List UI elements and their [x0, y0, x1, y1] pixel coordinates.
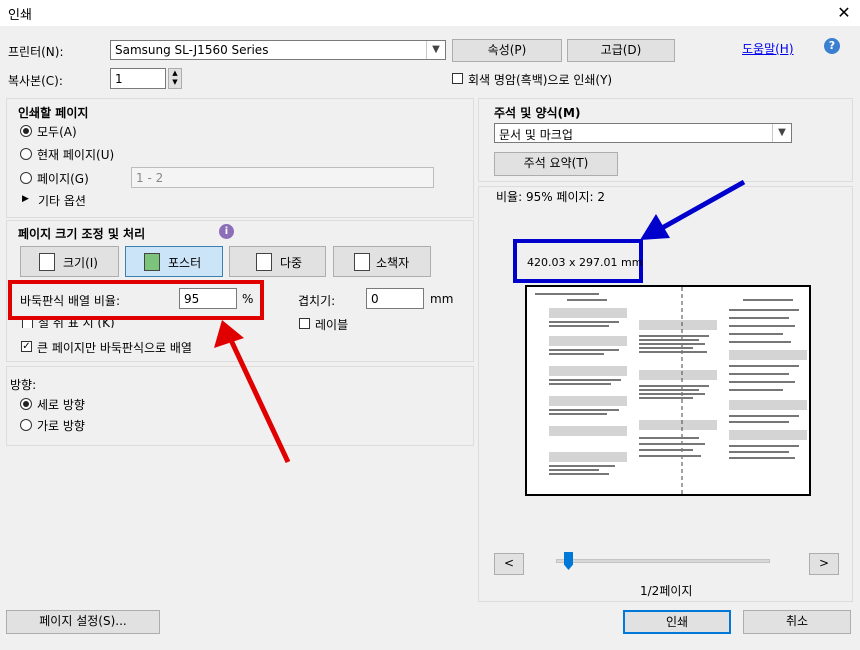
tab-size[interactable]: 크기(I) [20, 246, 119, 277]
pages-range-input[interactable]: 1 - 2 [131, 167, 434, 188]
copies-value: 1 [115, 72, 123, 86]
large-pages-label: 큰 페이지만 바둑판식으로 배열 [37, 341, 192, 355]
overlap-label: 겹치기: [298, 294, 336, 308]
grayscale-checkbox[interactable] [452, 73, 463, 84]
page-indicator: 1/2페이지 [640, 584, 693, 598]
comments-selected: 문서 및 마크업 [499, 128, 573, 142]
chevron-down-icon: ▼ [772, 124, 791, 142]
radio-portrait[interactable] [20, 398, 32, 410]
help-icon[interactable]: ? [824, 38, 840, 54]
radio-pages-label: 페이지(G) [37, 172, 89, 186]
print-button[interactable]: 인쇄 [623, 610, 731, 634]
properties-button[interactable]: 속성(P) [452, 39, 562, 62]
grayscale-label: 회색 명암(흑백)으로 인쇄(Y) [468, 73, 613, 87]
copies-stepper[interactable]: ▲ ▼ [168, 68, 182, 89]
tab-booklet[interactable]: 소책자 [333, 246, 431, 277]
cut-marks-checkbox[interactable] [22, 319, 33, 328]
highlight-blue-box: 420.03 x 297.01 mm [513, 239, 643, 283]
printer-select[interactable]: Samsung SL-J1560 Series ▼ [110, 40, 446, 60]
preview-scale-text: 비율: 95% 페이지: 2 [496, 190, 606, 204]
page-setup-button[interactable]: 페이지 설정(S)... [6, 610, 160, 634]
poster-icon [144, 253, 160, 271]
orientation-heading: 방향: [10, 378, 37, 392]
overlap-unit: mm [430, 292, 454, 306]
title-bar: 인쇄 ✕ [0, 0, 860, 26]
copies-input[interactable]: 1 [110, 68, 166, 89]
pages-range-placeholder: 1 - 2 [136, 171, 164, 185]
page-sizing-heading: 페이지 크기 조정 및 처리 [18, 227, 146, 241]
preview-page [525, 285, 811, 496]
tab-multiple[interactable]: 다중 [229, 246, 326, 277]
printer-label: 프린터(N): [8, 45, 64, 59]
radio-all[interactable] [20, 125, 32, 137]
radio-current[interactable] [20, 148, 32, 160]
preview-next-button[interactable]: > [809, 553, 839, 575]
tab-size-label: 크기(I) [63, 256, 98, 270]
window-title: 인쇄 [8, 8, 32, 23]
summarize-comments-button[interactable]: 주석 요약(T) [494, 152, 618, 176]
radio-landscape[interactable] [20, 419, 32, 431]
multiple-pages-icon [256, 253, 272, 271]
comments-heading: 주석 및 양식(M) [494, 106, 581, 120]
tab-poster-label: 포스터 [168, 256, 202, 270]
highlight-red-box [8, 280, 264, 320]
labels-checkbox[interactable] [299, 318, 310, 329]
chevron-down-icon: ▼ [426, 41, 445, 59]
advanced-button[interactable]: 고급(D) [567, 39, 675, 62]
radio-all-label: 모두(A) [37, 125, 77, 139]
large-pages-checkbox[interactable]: ✓ [21, 341, 32, 352]
close-icon[interactable]: ✕ [828, 0, 860, 26]
sheet-music-thumbnail [535, 287, 807, 494]
size-icon [39, 253, 55, 271]
labels-label: 레이블 [315, 318, 349, 332]
radio-current-label: 현재 페이지(U) [37, 148, 115, 162]
tab-multiple-label: 다중 [280, 256, 303, 270]
preview-size-label: 420.03 x 297.01 mm [527, 256, 643, 269]
overlap-value: 0 [371, 292, 379, 306]
booklet-icon [354, 253, 370, 271]
copies-label: 복사본(C): [8, 74, 63, 88]
cancel-button[interactable]: 취소 [743, 610, 851, 634]
pages-heading: 인쇄할 페이지 [18, 106, 89, 120]
help-link[interactable]: 도움말(H) [742, 40, 794, 57]
radio-landscape-label: 가로 방향 [37, 419, 85, 433]
radio-portrait-label: 세로 방향 [37, 398, 85, 412]
preview-slider-track[interactable] [556, 559, 770, 563]
tab-booklet-label: 소책자 [376, 256, 410, 270]
expand-arrow-icon[interactable]: ▶ [22, 194, 29, 204]
preview-prev-button[interactable]: < [494, 553, 524, 575]
comments-select[interactable]: 문서 및 마크업 ▼ [494, 123, 792, 143]
printer-selected: Samsung SL-J1560 Series [115, 43, 269, 57]
info-icon[interactable]: i [219, 224, 234, 239]
radio-pages[interactable] [20, 172, 32, 184]
more-options-link[interactable]: 기타 옵션 [38, 192, 86, 209]
tab-poster[interactable]: 포스터 [125, 246, 223, 277]
overlap-input[interactable]: 0 [366, 288, 424, 309]
